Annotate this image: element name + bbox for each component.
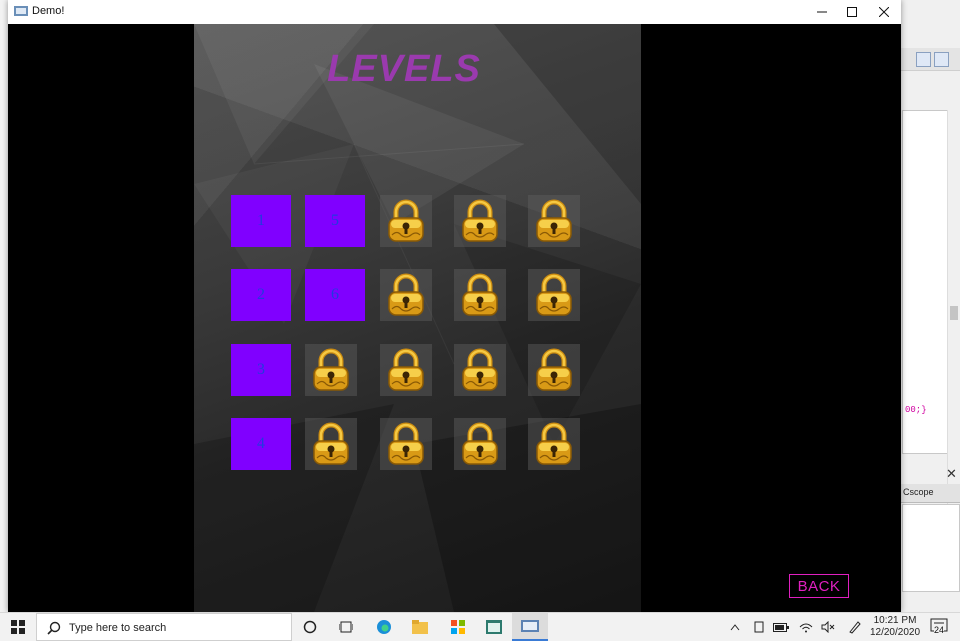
padlock-icon: [388, 199, 424, 242]
locked-level-tile[interactable]: [528, 195, 580, 247]
locked-level-tile[interactable]: [528, 344, 580, 396]
level-tile-5[interactable]: 5: [305, 195, 365, 247]
demo-window: Demo! LEVELS 1 2 3 4 5 6 BACK: [8, 0, 901, 612]
pen-icon: [849, 621, 861, 634]
output-pane[interactable]: [902, 504, 960, 592]
padlock-icon: [462, 273, 498, 316]
padlock-icon: [536, 199, 572, 242]
game-canvas: LEVELS 1 2 3 4 5 6 BACK: [8, 24, 901, 612]
level-tile-1[interactable]: 1: [231, 195, 291, 247]
level-tile-4[interactable]: 4: [231, 418, 291, 470]
edge-button[interactable]: [366, 613, 402, 641]
locked-level-tile[interactable]: [305, 344, 357, 396]
demo-app-icon: [521, 620, 539, 632]
volume-muted-icon: [821, 621, 835, 633]
pen-button[interactable]: [846, 613, 864, 641]
app-button[interactable]: [476, 613, 512, 641]
clock-time: 10:21 PM: [873, 615, 917, 626]
padlock-icon: [313, 348, 349, 391]
padlock-icon: [462, 348, 498, 391]
volume-button[interactable]: [820, 613, 836, 641]
background-toolbar: [900, 48, 960, 71]
levels-title: LEVELS: [327, 48, 481, 90]
code-text: 00;}: [905, 405, 927, 415]
background-app-window: 00;} ✕ Cscope: [900, 0, 960, 612]
padlock-icon: [536, 348, 572, 391]
locked-level-tile[interactable]: [528, 269, 580, 321]
task-view-button[interactable]: [328, 613, 364, 641]
locked-level-tile[interactable]: [528, 418, 580, 470]
scrollbar-thumb[interactable]: [950, 306, 958, 320]
clock-date: 12/20/2020: [869, 627, 921, 638]
level-tile-6[interactable]: 6: [305, 269, 365, 321]
app-window-icon: [486, 620, 502, 634]
padlock-icon: [313, 422, 349, 465]
title-bar[interactable]: Demo!: [8, 0, 901, 25]
padlock-icon: [388, 422, 424, 465]
padlock-icon: [536, 273, 572, 316]
notification-count: 24: [934, 625, 945, 635]
padlock-icon: [462, 199, 498, 242]
taskbar-search[interactable]: Type here to search: [36, 613, 292, 641]
level-tile-3[interactable]: 3: [231, 344, 291, 396]
battery-button[interactable]: [772, 613, 790, 641]
padlock-icon: [388, 348, 424, 391]
network-button[interactable]: [798, 613, 814, 641]
maximize-button[interactable]: [834, 0, 870, 24]
cortana-icon: [303, 620, 317, 634]
toolbar-button[interactable]: [916, 52, 931, 67]
start-button[interactable]: [0, 613, 36, 641]
device-icon: [754, 621, 764, 633]
file-explorer-button[interactable]: [402, 613, 438, 641]
padlock-icon: [388, 273, 424, 316]
search-icon: [47, 621, 61, 635]
level-tile-2[interactable]: 2: [231, 269, 291, 321]
demo-taskbar-button[interactable]: [512, 613, 548, 641]
search-placeholder: Type here to search: [69, 622, 167, 634]
toolbar-button[interactable]: [934, 52, 949, 67]
locked-level-tile[interactable]: [380, 344, 432, 396]
close-button[interactable]: [866, 0, 902, 24]
taskbar: Type here to search 10:21 PM 12/20/2020 …: [0, 612, 960, 641]
windows-logo-icon: [11, 620, 25, 634]
app-icon: [14, 6, 28, 16]
locked-level-tile[interactable]: [380, 195, 432, 247]
locked-level-tile[interactable]: [454, 269, 506, 321]
chevron-up-icon: [730, 624, 740, 631]
edge-icon: [377, 620, 391, 634]
levels-screen: LEVELS 1 2 3 4 5 6: [194, 24, 641, 612]
window-title: Demo!: [32, 5, 65, 17]
tray-overflow-button[interactable]: [728, 613, 742, 641]
battery-icon: [773, 622, 789, 632]
locked-level-tile[interactable]: [454, 418, 506, 470]
locked-level-tile[interactable]: [454, 344, 506, 396]
minimize-icon: [817, 11, 827, 13]
tray-device-icon[interactable]: [752, 613, 766, 641]
locked-level-tile[interactable]: [305, 418, 357, 470]
close-icon: [879, 7, 889, 17]
store-button[interactable]: [440, 613, 476, 641]
folder-icon: [412, 620, 428, 634]
maximize-icon: [847, 7, 857, 17]
wifi-icon: [799, 623, 813, 633]
locked-level-tile[interactable]: [454, 195, 506, 247]
task-view-icon: [339, 621, 353, 633]
padlock-icon: [462, 422, 498, 465]
padlock-icon: [536, 422, 572, 465]
close-icon[interactable]: ✕: [946, 466, 957, 482]
back-button[interactable]: BACK: [789, 574, 849, 598]
taskbar-clock[interactable]: 10:21 PM 12/20/2020: [866, 615, 924, 639]
panel-tabs: Cscope: [900, 484, 960, 503]
tab-cscope[interactable]: Cscope: [903, 487, 934, 497]
locked-level-tile[interactable]: [380, 418, 432, 470]
cortana-button[interactable]: [292, 613, 328, 641]
store-icon: [451, 620, 465, 634]
locked-level-tile[interactable]: [380, 269, 432, 321]
